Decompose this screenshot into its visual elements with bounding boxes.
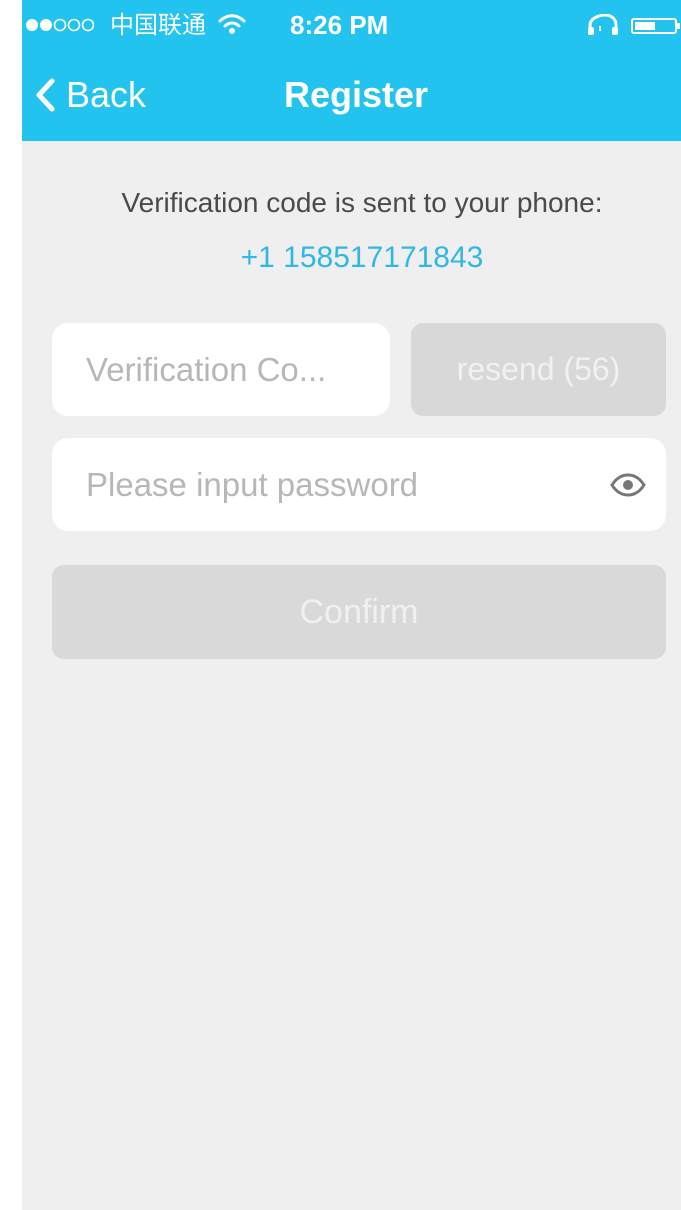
back-button[interactable]: Back bbox=[34, 71, 146, 119]
password-field[interactable] bbox=[52, 438, 666, 531]
phone-screen: 中国联通 8:26 PM Back Register Verification … bbox=[22, 0, 681, 1210]
resend-button[interactable]: resend (56) bbox=[411, 323, 666, 416]
battery-icon bbox=[631, 18, 680, 34]
signal-dots-icon bbox=[26, 18, 94, 32]
verification-code-field[interactable] bbox=[52, 323, 390, 416]
eye-icon[interactable] bbox=[610, 472, 646, 497]
password-input[interactable] bbox=[84, 464, 594, 505]
verification-code-input[interactable] bbox=[84, 349, 390, 390]
register-content: Verification code is sent to your phone:… bbox=[22, 141, 681, 1210]
page-title: Register bbox=[284, 74, 429, 115]
status-bar: 中国联通 8:26 PM bbox=[22, 0, 681, 50]
headphones-icon bbox=[588, 14, 618, 35]
verification-message: Verification code is sent to your phone: bbox=[121, 187, 603, 218]
carrier-name: 中国联通 bbox=[110, 11, 206, 39]
app-header: 中国联通 8:26 PM Back Register bbox=[22, 0, 681, 141]
status-time: 8:26 PM bbox=[290, 10, 389, 40]
back-label: Back bbox=[66, 74, 147, 115]
chevron-left-icon bbox=[36, 78, 55, 112]
wifi-icon bbox=[218, 14, 246, 34]
phone-number: +1 158517171843 bbox=[240, 241, 484, 274]
left-screenshot-edge bbox=[0, 0, 22, 1210]
confirm-button[interactable]: Confirm bbox=[52, 565, 666, 659]
navigation-bar: Back Register bbox=[22, 50, 681, 141]
